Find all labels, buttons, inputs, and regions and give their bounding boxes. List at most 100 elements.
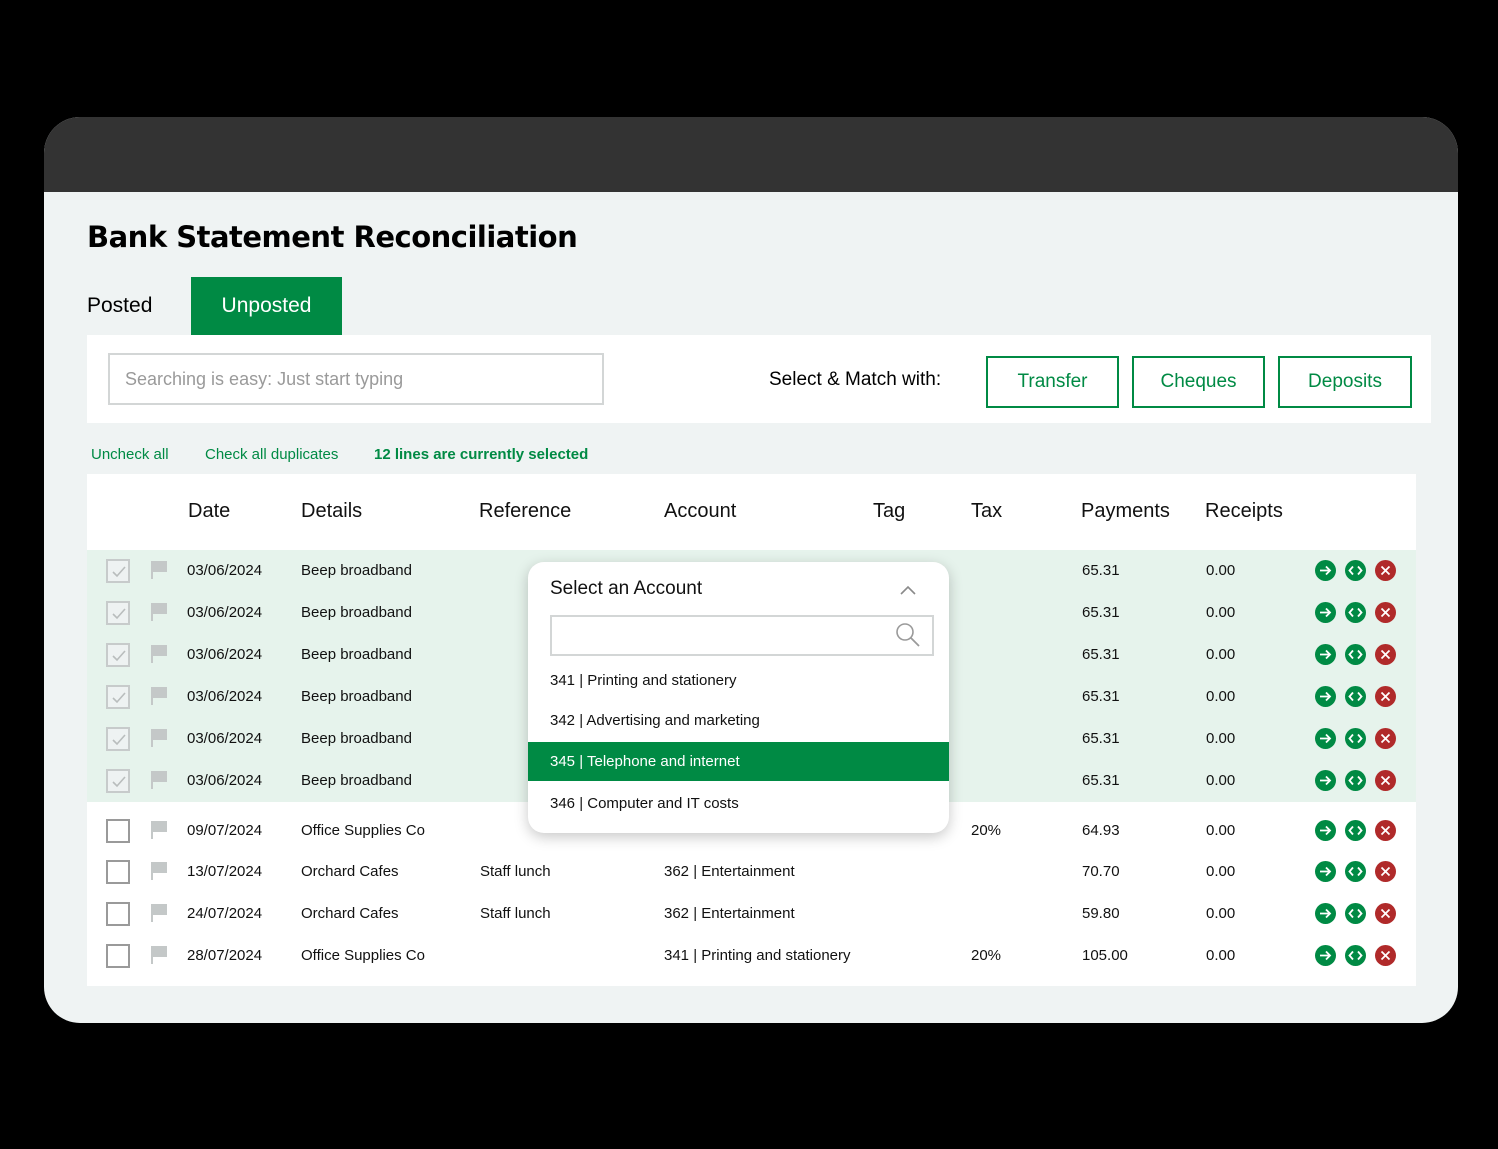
close-icon (1380, 950, 1391, 961)
check-duplicates-link[interactable]: Check all duplicates (205, 446, 338, 463)
post-button[interactable] (1315, 903, 1336, 924)
flag-icon[interactable] (149, 820, 169, 844)
header-tag[interactable]: Tag (873, 500, 905, 523)
match-button[interactable] (1345, 560, 1366, 581)
cell-receipts: 0.00 (1206, 646, 1236, 663)
match-arrows-icon (1348, 866, 1363, 877)
cell-receipts: 0.00 (1206, 604, 1236, 621)
delete-button[interactable] (1375, 644, 1396, 665)
match-arrows-icon (1348, 607, 1363, 618)
transfer-button[interactable]: Transfer (986, 356, 1119, 408)
flag-icon[interactable] (149, 945, 169, 969)
account-option[interactable]: 345 | Telephone and internet (528, 742, 949, 781)
match-arrows-icon (1348, 649, 1363, 660)
table-row[interactable]: 24/07/2024 Orchard Cafes Staff lunch 362 | … (87, 893, 1416, 935)
cell-payments: 59.80 (1082, 905, 1120, 922)
match-button[interactable] (1345, 644, 1366, 665)
cell-date: 09/07/2024 (187, 822, 263, 839)
cell-details: Orchard Cafes (301, 905, 399, 922)
account-search-input[interactable] (550, 615, 934, 656)
flag-icon[interactable] (149, 903, 169, 927)
checkmark-icon (112, 776, 126, 788)
chevron-up-icon[interactable] (900, 582, 916, 600)
header-reference[interactable]: Reference (479, 500, 571, 523)
close-icon (1380, 649, 1391, 660)
flag-icon[interactable] (149, 770, 169, 794)
header-details[interactable]: Details (301, 500, 362, 523)
post-button[interactable] (1315, 560, 1336, 581)
match-button[interactable] (1345, 861, 1366, 882)
account-option[interactable]: 346 | Computer and IT costs (528, 784, 949, 823)
account-option[interactable]: 341 | Printing and stationery (528, 661, 949, 700)
flag-icon[interactable] (149, 560, 169, 584)
tab-unposted[interactable]: Unposted (191, 277, 342, 335)
table-row[interactable]: 28/07/2024 Office Supplies Co 341 | Printi… (87, 935, 1416, 977)
uncheck-all-link[interactable]: Uncheck all (91, 446, 169, 463)
delete-button[interactable] (1375, 945, 1396, 966)
close-icon (1380, 733, 1391, 744)
delete-button[interactable] (1375, 861, 1396, 882)
arrow-right-icon (1320, 775, 1332, 786)
post-button[interactable] (1315, 945, 1336, 966)
delete-button[interactable] (1375, 903, 1396, 924)
flag-icon[interactable] (149, 861, 169, 885)
cell-date: 24/07/2024 (187, 905, 263, 922)
flag-icon[interactable] (149, 686, 169, 710)
row-checkbox[interactable] (106, 643, 130, 667)
post-button[interactable] (1315, 770, 1336, 791)
row-checkbox[interactable] (106, 685, 130, 709)
checkmark-icon (112, 608, 126, 620)
cell-payments: 65.31 (1082, 562, 1120, 579)
post-button[interactable] (1315, 728, 1336, 749)
post-button[interactable] (1315, 602, 1336, 623)
row-checkbox[interactable] (106, 902, 130, 926)
match-button[interactable] (1345, 770, 1366, 791)
delete-button[interactable] (1375, 686, 1396, 707)
cell-date: 03/06/2024 (187, 604, 263, 621)
match-button[interactable] (1345, 728, 1366, 749)
header-date[interactable]: Date (188, 500, 230, 523)
cell-receipts: 0.00 (1206, 772, 1236, 789)
match-arrows-icon (1348, 691, 1363, 702)
account-option[interactable]: 342 | Advertising and marketing (528, 701, 949, 740)
row-checkbox[interactable] (106, 944, 130, 968)
row-checkbox[interactable] (106, 819, 130, 843)
header-tax[interactable]: Tax (971, 500, 1002, 523)
flag-icon[interactable] (149, 602, 169, 626)
arrow-right-icon (1320, 908, 1332, 919)
table-row[interactable]: 13/07/2024 Orchard Cafes Staff lunch 362 | … (87, 851, 1416, 893)
row-checkbox[interactable] (106, 860, 130, 884)
checkmark-icon (112, 734, 126, 746)
close-icon (1380, 565, 1391, 576)
delete-button[interactable] (1375, 602, 1396, 623)
delete-button[interactable] (1375, 820, 1396, 841)
match-button[interactable] (1345, 945, 1366, 966)
match-button[interactable] (1345, 903, 1366, 924)
tab-posted[interactable]: Posted (87, 277, 167, 335)
post-button[interactable] (1315, 861, 1336, 882)
delete-button[interactable] (1375, 770, 1396, 791)
match-button[interactable] (1345, 820, 1366, 841)
header-payments[interactable]: Payments (1081, 500, 1170, 523)
header-receipts[interactable]: Receipts (1205, 500, 1283, 523)
row-checkbox[interactable] (106, 559, 130, 583)
table-header: Date Details Reference Account Tag Tax P… (87, 474, 1416, 550)
cell-date: 13/07/2024 (187, 863, 263, 880)
flag-icon[interactable] (149, 644, 169, 668)
match-button[interactable] (1345, 602, 1366, 623)
match-button[interactable] (1345, 686, 1366, 707)
cheques-button[interactable]: Cheques (1132, 356, 1265, 408)
row-checkbox[interactable] (106, 769, 130, 793)
flag-icon[interactable] (149, 728, 169, 752)
search-input[interactable] (108, 353, 604, 405)
post-button[interactable] (1315, 820, 1336, 841)
delete-button[interactable] (1375, 560, 1396, 581)
row-checkbox[interactable] (106, 727, 130, 751)
deposits-button[interactable]: Deposits (1278, 356, 1412, 408)
header-account[interactable]: Account (664, 500, 736, 523)
post-button[interactable] (1315, 686, 1336, 707)
cell-receipts: 0.00 (1206, 730, 1236, 747)
delete-button[interactable] (1375, 728, 1396, 749)
row-checkbox[interactable] (106, 601, 130, 625)
post-button[interactable] (1315, 644, 1336, 665)
